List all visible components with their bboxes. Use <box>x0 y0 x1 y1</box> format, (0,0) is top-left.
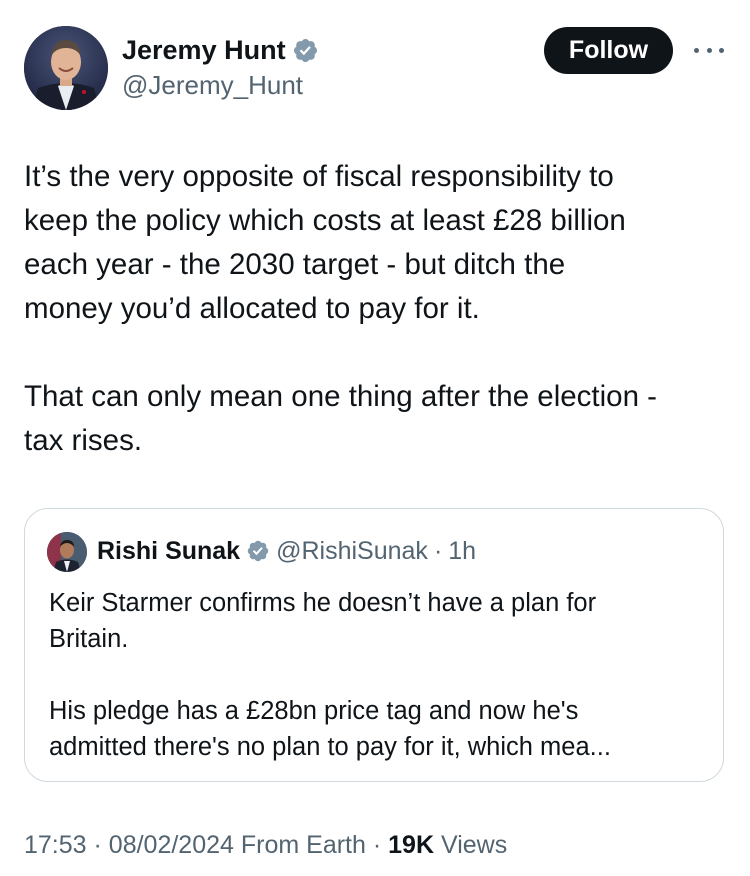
quoted-tweet-text: Keir Starmer confirms he doesn’t have a … <box>49 585 709 765</box>
follow-button[interactable]: Follow <box>544 27 673 74</box>
tweet-text-line: It’s the very opposite of fiscal respons… <box>24 160 614 193</box>
tweet-text-line: tax rises. <box>24 424 143 457</box>
tweet-text: It’s the very opposite of fiscal respons… <box>24 155 724 463</box>
dot-separator: · <box>93 831 102 859</box>
quoted-tweet-time[interactable]: 1h <box>448 535 476 567</box>
author-display-name[interactable]: Jeremy Hunt <box>122 34 286 66</box>
dot-separator: · <box>433 537 443 565</box>
tweet-date[interactable]: 08/02/2024 <box>109 831 234 859</box>
tweet-meta: 17:53 · 08/02/2024 From Earth · 19K View… <box>24 828 507 862</box>
tweet-time[interactable]: 17:53 <box>24 831 87 859</box>
tweet-text-line: keep the policy which costs at least £28… <box>24 204 626 237</box>
more-dot <box>694 47 699 53</box>
quoted-tweet-card[interactable]: Rishi Sunak @RishiSunak · 1h Keir Starme… <box>24 508 724 782</box>
more-dot <box>706 47 712 53</box>
quoted-author-handle[interactable]: @RishiSunak <box>276 535 428 567</box>
views-count[interactable]: 19K <box>388 831 434 859</box>
quoted-tweet-header: Rishi Sunak @RishiSunak · 1h <box>97 535 476 567</box>
views-label[interactable]: Views <box>441 831 507 859</box>
dot-separator: · <box>372 831 382 859</box>
author-avatar[interactable] <box>24 26 108 110</box>
verified-badge-icon[interactable] <box>292 37 319 64</box>
quoted-text-line: Britain. <box>49 625 129 653</box>
more-dot <box>719 47 724 53</box>
tweet-text-line: money you’d allocated to pay for it. <box>24 292 480 325</box>
author-handle[interactable]: @Jeremy_Hunt <box>122 70 303 100</box>
tweet-text-line: each year - the 2030 target - but ditch … <box>24 248 566 281</box>
tweet-source: From Earth <box>240 831 366 859</box>
quoted-author-avatar[interactable] <box>47 532 87 572</box>
author-name-row: Jeremy Hunt <box>122 34 319 66</box>
quoted-author-display-name[interactable]: Rishi Sunak <box>97 535 240 567</box>
tweet-card: Jeremy Hunt @Jeremy_Hunt Follow It’s the… <box>0 0 750 876</box>
more-horizontal-icon[interactable] <box>694 40 724 60</box>
verified-badge-icon <box>246 539 270 563</box>
quoted-text-line: admitted there's no plan to pay for it, … <box>49 733 611 761</box>
quoted-text-line: Keir Starmer confirms he doesn’t have a … <box>49 589 597 617</box>
quoted-text-line: His pledge has a £28bn price tag and now… <box>49 697 579 725</box>
tweet-text-line: That can only mean one thing after the e… <box>24 380 657 413</box>
